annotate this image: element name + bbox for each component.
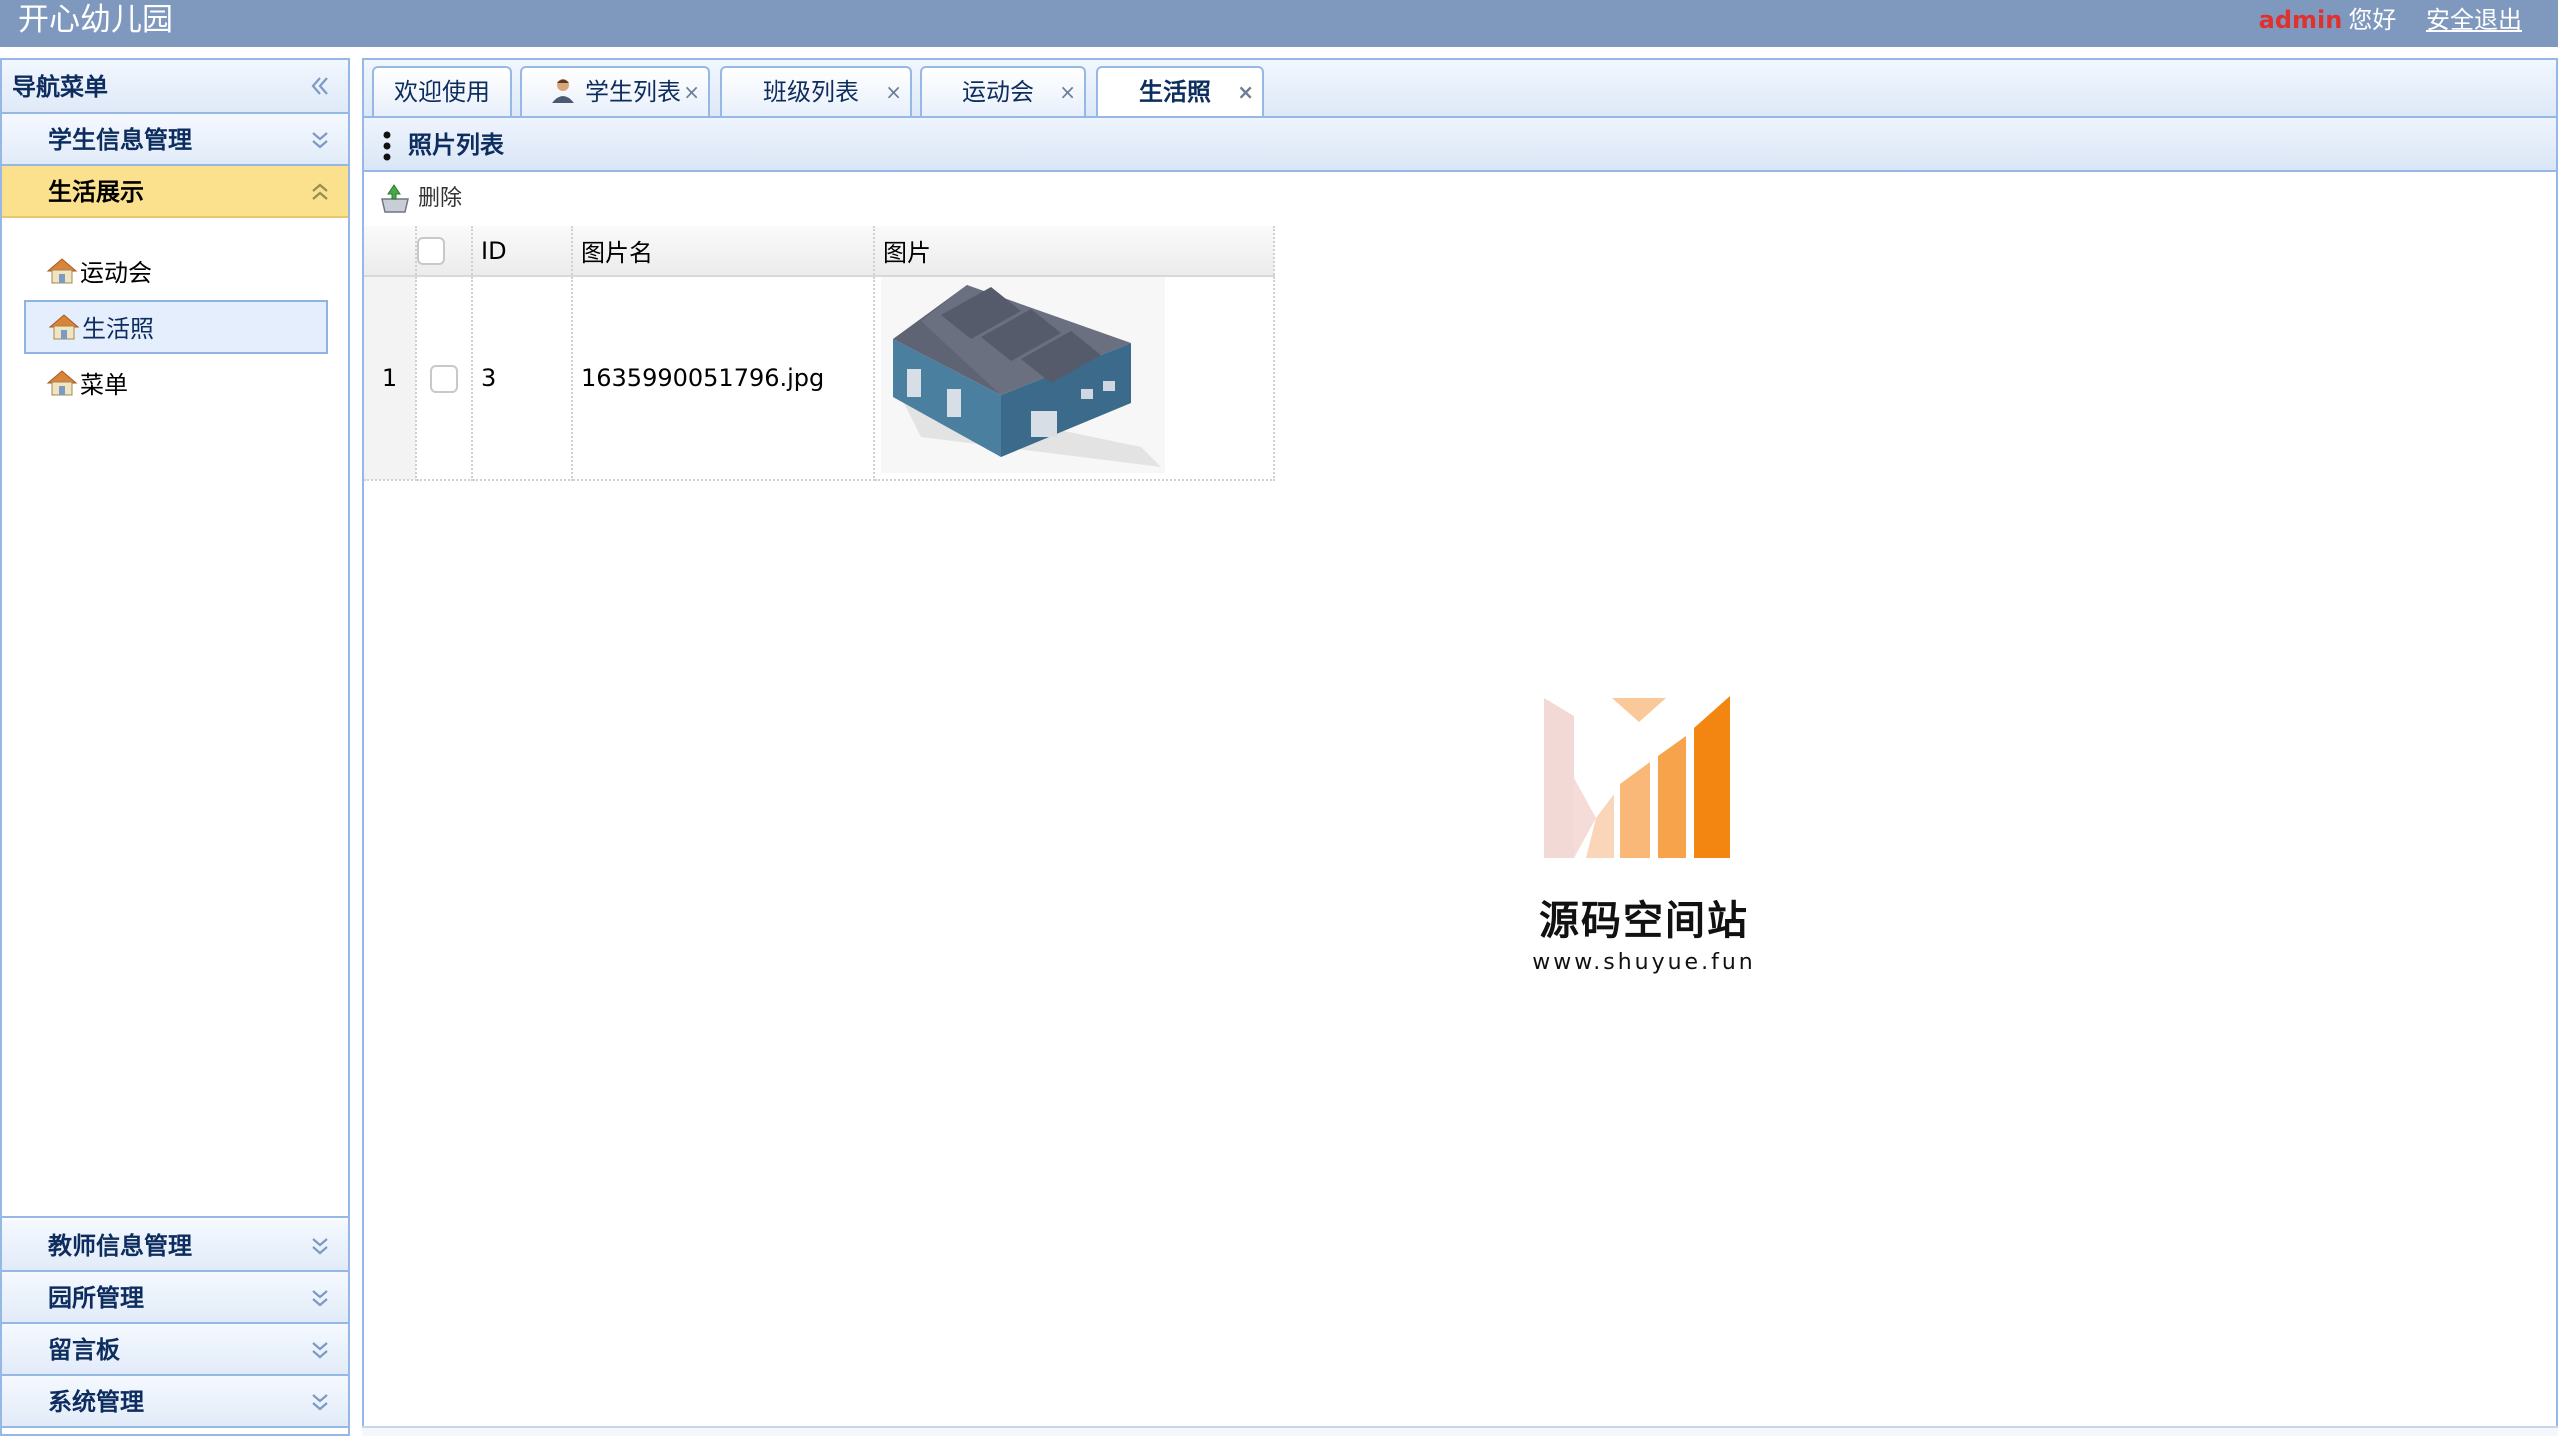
nav-section-label: 学生信息管理	[48, 126, 192, 154]
tab-sports-day[interactable]: 运动会 ×	[920, 66, 1086, 118]
nav-section-kindergarten[interactable]: 园所管理	[2, 1272, 348, 1324]
tab-label: 运动会	[962, 78, 1034, 106]
tab-class-list[interactable]: 班级列表 ×	[720, 66, 912, 118]
content-panel: 照片列表 删除 ID 图片名 图片 1 3 1635990051796.jpg …	[362, 116, 2558, 1436]
nav-section-label: 系统管理	[48, 1388, 144, 1416]
double-chevron-up-icon[interactable]	[306, 178, 334, 206]
tab-life-photos[interactable]: 生活照 ×	[1096, 66, 1264, 120]
nav-section-label: 生活展示	[48, 178, 144, 206]
watermark-url: www.shuyue.fun	[1532, 950, 1756, 975]
row-select-cell	[416, 276, 473, 481]
nav-header: 导航菜单	[2, 60, 348, 114]
navigation-panel: 导航菜单 学生信息管理 生活展示 运动会 生活照 菜单 教师信息管理 园所管理 …	[0, 58, 350, 1436]
logout-link[interactable]: 安全退出	[2426, 6, 2522, 34]
nav-item-sports-day[interactable]: 运动会	[24, 246, 328, 300]
nav-section-life-display-body: 运动会 生活照 菜单	[2, 218, 348, 1218]
tab-label: 班级列表	[763, 78, 859, 106]
username: admin	[2258, 6, 2343, 34]
delete-button[interactable]: 删除	[378, 180, 462, 218]
select-all-header	[416, 226, 473, 277]
nav-section-label: 教师信息管理	[48, 1232, 192, 1260]
double-chevron-down-icon[interactable]	[306, 1284, 334, 1312]
photo-table: ID 图片名 图片 1 3 1635990051796.jpg	[364, 226, 1275, 481]
app-title: 开心幼儿园	[18, 2, 173, 38]
tab-label: 欢迎使用	[394, 78, 490, 106]
nav-section-label: 留言板	[48, 1336, 120, 1364]
double-chevron-down-icon[interactable]	[306, 1232, 334, 1260]
nav-section-student-info[interactable]: 学生信息管理	[2, 114, 348, 166]
nav-item-label: 运动会	[80, 259, 152, 287]
watermark: 源码空间站 www.shuyue.fun	[1524, 688, 1764, 975]
double-chevron-down-icon[interactable]	[306, 1388, 334, 1416]
table-row[interactable]: 1 3 1635990051796.jpg	[364, 276, 1275, 481]
close-icon[interactable]: ×	[683, 68, 700, 116]
watermark-title: 源码空间站	[1539, 898, 1749, 944]
row-checkbox[interactable]	[430, 364, 458, 393]
delete-label: 删除	[418, 186, 463, 211]
double-chevron-left-icon[interactable]	[306, 72, 334, 100]
logo-mark-icon	[1544, 696, 1730, 858]
cell-filename: 1635990051796.jpg	[572, 276, 875, 481]
nav-item-label: 菜单	[80, 371, 128, 399]
nav-item-menu[interactable]: 菜单	[24, 358, 328, 412]
nav-item-label: 生活照	[82, 315, 154, 343]
tab-student-list[interactable]: 学生列表 ×	[520, 66, 710, 118]
vertical-dots-icon	[383, 131, 391, 161]
nav-section-system[interactable]: 系统管理	[2, 1376, 348, 1428]
select-all-checkbox[interactable]	[417, 237, 445, 265]
user-box: admin 您好 安全退出	[2259, 0, 2522, 40]
panel-title-bar: 照片列表	[364, 118, 2556, 172]
nav-item-life-photos[interactable]: 生活照	[24, 300, 328, 354]
nav-section-teacher-info[interactable]: 教师信息管理	[2, 1220, 348, 1272]
tab-bar: 欢迎使用 学生列表 × 班级列表 × 运动会 × 生活照 ×	[362, 58, 2558, 120]
house-icon	[46, 258, 78, 284]
bottom-pager-strip	[362, 1426, 2558, 1436]
cell-image	[874, 276, 1275, 481]
tab-label: 生活照	[1139, 78, 1211, 106]
table-header-row: ID 图片名 图片	[364, 226, 1275, 277]
top-header: 开心幼儿园 admin 您好 安全退出	[0, 0, 2558, 47]
cell-id: 3	[472, 276, 573, 481]
nav-section-life-display[interactable]: 生活展示	[2, 166, 348, 218]
tab-label: 学生列表	[585, 78, 681, 106]
nav-section-message-board[interactable]: 留言板	[2, 1324, 348, 1376]
house-icon	[46, 370, 78, 396]
grid-toolbar: 删除	[364, 172, 2556, 226]
column-header-filename[interactable]: 图片名	[572, 226, 875, 277]
house-icon	[48, 314, 80, 340]
close-icon[interactable]: ×	[1059, 68, 1076, 116]
user-avatar-icon	[552, 79, 574, 103]
double-chevron-down-icon[interactable]	[306, 1336, 334, 1364]
column-header-image[interactable]: 图片	[874, 226, 1275, 277]
close-icon[interactable]: ×	[885, 68, 902, 116]
close-icon[interactable]: ×	[1237, 68, 1254, 116]
panel-title: 照片列表	[408, 131, 504, 159]
nav-section-label: 园所管理	[48, 1284, 144, 1312]
delete-icon	[381, 184, 409, 213]
greeting: 您好	[2348, 6, 2397, 34]
rownum-header	[364, 226, 417, 277]
tab-welcome[interactable]: 欢迎使用	[372, 66, 512, 118]
row-number: 1	[364, 276, 417, 481]
column-header-id[interactable]: ID	[472, 226, 573, 277]
warehouse-building-image	[881, 277, 1165, 473]
nav-title: 导航菜单	[12, 73, 108, 101]
double-chevron-down-icon[interactable]	[306, 126, 334, 154]
